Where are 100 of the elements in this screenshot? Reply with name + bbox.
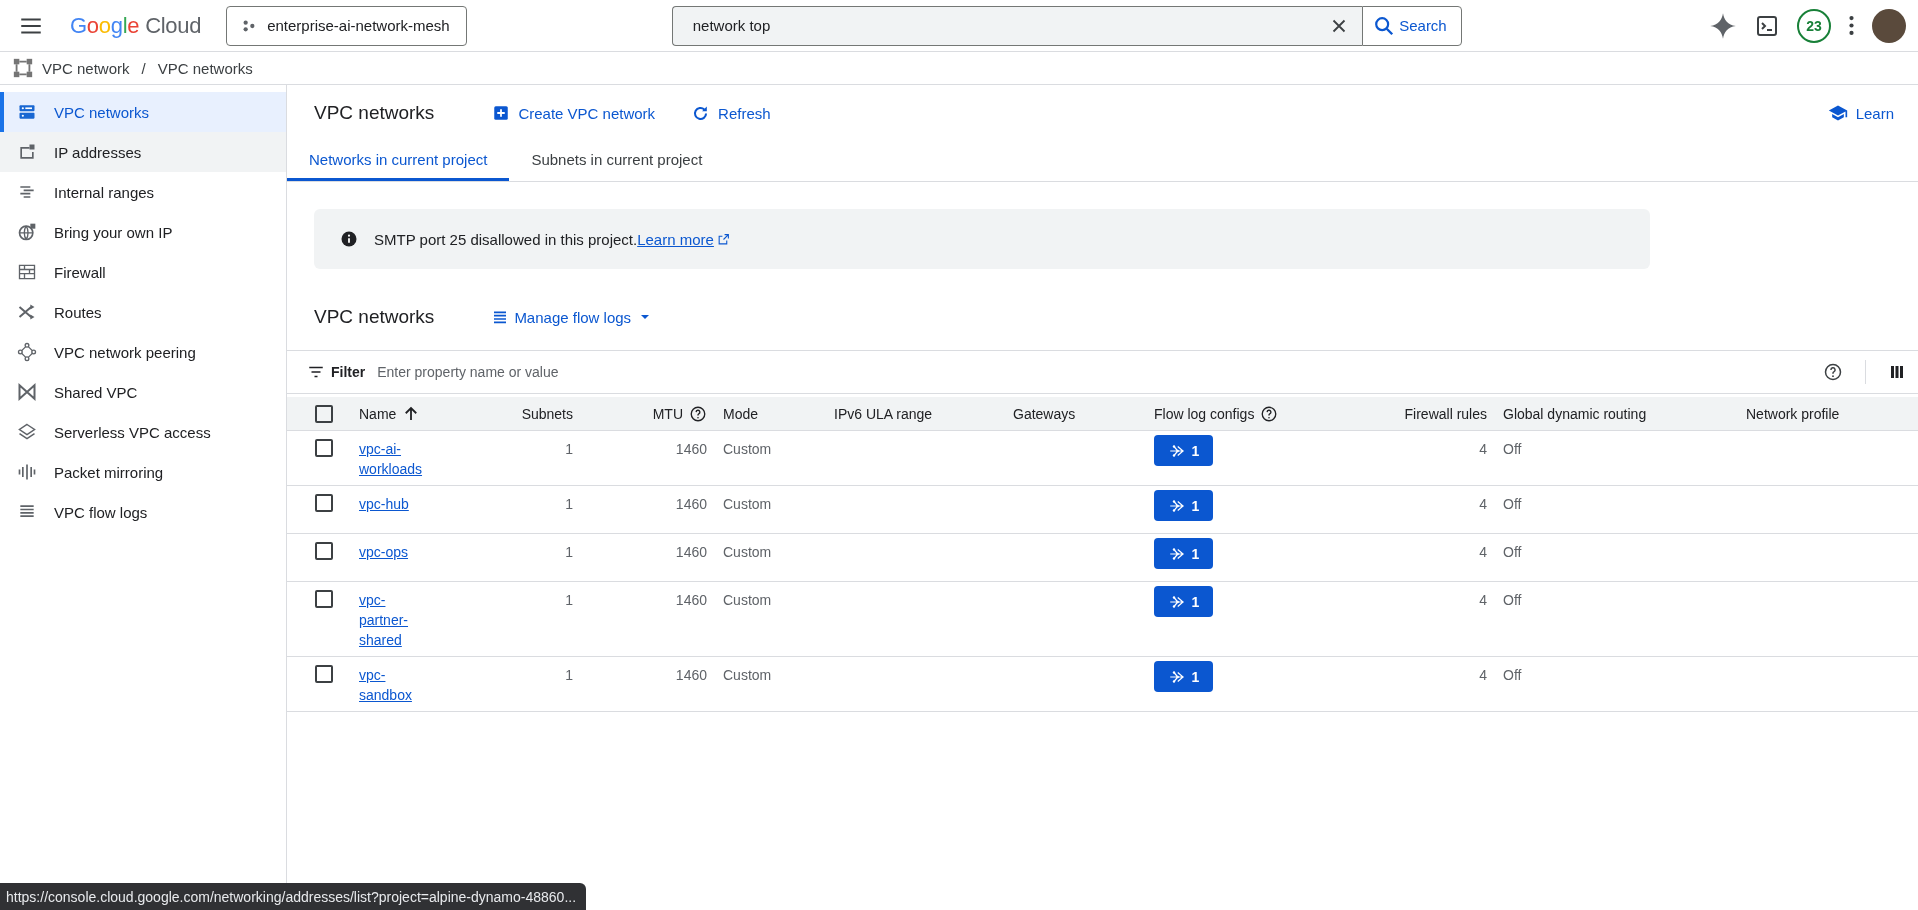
- sidebar-item[interactable]: Bring your own IP: [0, 212, 286, 252]
- sidebar-item[interactable]: Internal ranges: [0, 172, 286, 212]
- column-header[interactable]: Network profile: [1746, 405, 1840, 422]
- table-cell-text: 1460: [675, 543, 707, 562]
- learn-button[interactable]: Learn: [1827, 103, 1894, 123]
- sidebar-item[interactable]: Routes: [0, 292, 286, 332]
- bowtie-icon: [17, 382, 37, 402]
- search-field[interactable]: network top: [671, 5, 1317, 46]
- layers-icon: [17, 422, 37, 442]
- create-network-button[interactable]: Create VPC network: [492, 104, 656, 122]
- status-url-tooltip: https://console.cloud.google.com/networking/addresses/list?project=alpine-dynamo-48860...: [0, 883, 587, 910]
- table-cell-text: 4: [1479, 495, 1487, 514]
- select-all-checkbox[interactable]: [315, 404, 333, 423]
- shuffle-icon: [17, 302, 37, 322]
- column-header[interactable]: IPv6 ULA range: [834, 405, 933, 422]
- breadcrumb-link[interactable]: VPC networks: [157, 59, 253, 77]
- add-box-icon: [492, 104, 511, 122]
- network-link[interactable]: vpc-ops: [359, 542, 431, 562]
- google-cloud-logo[interactable]: Google Cloud: [70, 12, 202, 39]
- page-title: VPC networks: [314, 102, 435, 124]
- terminal-button[interactable]: [1755, 13, 1779, 38]
- help-button[interactable]: [1823, 362, 1843, 382]
- sidebar-item[interactable]: Firewall: [0, 252, 286, 292]
- refresh-button[interactable]: Refresh: [691, 103, 771, 123]
- column-header[interactable]: Name: [359, 405, 397, 422]
- table-cell-text: 1: [565, 440, 573, 459]
- terminal-icon: [1755, 13, 1779, 38]
- breadcrumb-separator: /: [141, 59, 146, 77]
- server-icon: [17, 102, 37, 122]
- sidebar-item[interactable]: VPC network peering: [0, 332, 286, 372]
- table-cell-text: 4: [1479, 591, 1487, 610]
- row-checkbox[interactable]: [315, 542, 333, 560]
- row-checkbox[interactable]: [315, 665, 333, 683]
- flow-log-button[interactable]: 1: [1154, 538, 1213, 569]
- table-cell-text: 4: [1479, 440, 1487, 459]
- column-header[interactable]: Global dynamic routing: [1503, 405, 1647, 422]
- table-cell-text: Off: [1503, 495, 1522, 514]
- list-icon: [492, 309, 509, 325]
- table-cell-text: Off: [1503, 543, 1522, 562]
- filter-button[interactable]: Filter: [307, 363, 366, 381]
- tab[interactable]: Networks in current project: [287, 141, 510, 181]
- network-grid-icon: [12, 57, 34, 79]
- column-header[interactable]: Gateways: [1013, 405, 1076, 422]
- column-header[interactable]: Firewall rules: [1404, 405, 1487, 422]
- table-cell-text: Off: [1503, 666, 1522, 685]
- help-icon: [1823, 362, 1843, 382]
- help-icon: [1260, 404, 1279, 423]
- network-link[interactable]: vpc-partner-shared: [359, 590, 431, 650]
- learn-more-link[interactable]: Learn more: [637, 230, 730, 248]
- window-icon: [17, 142, 37, 162]
- sidebar-item[interactable]: Serverless VPC access: [0, 412, 286, 452]
- notification-count[interactable]: 23: [1797, 8, 1831, 43]
- row-checkbox[interactable]: [315, 439, 333, 457]
- column-header[interactable]: Subnets: [521, 405, 573, 422]
- sidebar-item[interactable]: VPC networks: [0, 92, 286, 132]
- project-picker[interactable]: enterprise-ai-network-mesh: [226, 5, 467, 46]
- table-cell-text: 4: [1479, 666, 1487, 685]
- row-checkbox[interactable]: [315, 494, 333, 512]
- external-link-icon: [716, 232, 730, 246]
- help-icon: [689, 404, 707, 423]
- search-button[interactable]: Search: [1362, 5, 1462, 46]
- table-cell-text: 1460: [675, 591, 707, 610]
- table-cell-text: Off: [1503, 591, 1522, 610]
- avatar[interactable]: [1872, 8, 1906, 43]
- columns-icon: [1888, 363, 1906, 381]
- table-cell-text: 4: [1479, 543, 1487, 562]
- network-link[interactable]: vpc-sandbox: [359, 665, 431, 705]
- school-cap-icon: [1827, 103, 1848, 123]
- column-header[interactable]: MTU: [652, 405, 683, 422]
- tab[interactable]: Subnets in current project: [509, 141, 725, 181]
- table-cell-text: Custom: [723, 495, 772, 514]
- table-cell-text: Custom: [723, 591, 772, 610]
- manage-flow-logs-button[interactable]: Manage flow logs: [492, 308, 654, 326]
- more-icon: [1849, 16, 1854, 35]
- table-cell-text: 1: [565, 591, 573, 610]
- clear-button[interactable]: [1316, 5, 1363, 46]
- row-checkbox[interactable]: [315, 590, 333, 608]
- breadcrumb-link[interactable]: VPC network: [42, 59, 130, 77]
- globe-icon: [17, 222, 37, 242]
- search-icon: [1373, 14, 1396, 37]
- flow-log-button[interactable]: 1: [1154, 435, 1213, 466]
- flow-log-button[interactable]: 1: [1154, 586, 1213, 617]
- sidebar-item[interactable]: IP addresses: [0, 132, 286, 172]
- sidebar-item[interactable]: Shared VPC: [0, 372, 286, 412]
- sidebar-item[interactable]: VPC flow logs: [0, 492, 286, 532]
- network-link[interactable]: vpc-ai-workloads: [359, 439, 431, 479]
- flow-log-button[interactable]: 1: [1154, 661, 1213, 692]
- flow-log-button[interactable]: 1: [1154, 490, 1213, 521]
- info-icon: [340, 230, 358, 248]
- column-header[interactable]: Flow log configs: [1154, 405, 1255, 422]
- more-button[interactable]: [1849, 16, 1854, 35]
- table-cell-text: 1: [565, 666, 573, 685]
- table-cell-text: 1460: [675, 440, 707, 459]
- table-cell-text: 1: [565, 495, 573, 514]
- column-display-button[interactable]: [1888, 363, 1906, 381]
- brick-wall-icon: [17, 262, 37, 282]
- sidebar-item[interactable]: Packet mirroring: [0, 452, 286, 492]
- waveform-icon: [17, 462, 37, 482]
- column-header[interactable]: Mode: [723, 405, 759, 422]
- network-link[interactable]: vpc-hub: [359, 494, 431, 514]
